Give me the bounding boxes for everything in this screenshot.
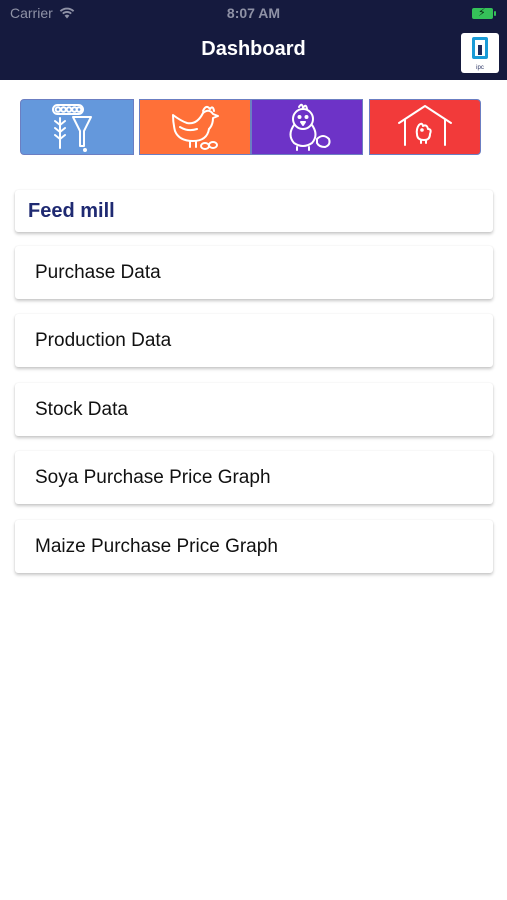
menu-item-maize-price-graph[interactable]: Maize Purchase Price Graph [15,520,493,573]
menu-item-label: Stock Data [35,398,128,420]
battery-icon: ⚡ [472,7,496,19]
section-title: Feed mill [28,199,115,222]
menu-item-label: Maize Purchase Price Graph [35,535,278,557]
top-bar: Carrier 8:07 AM ⚡ Dashboard ipc [0,0,507,80]
menu-item-label: Purchase Data [35,261,161,283]
menu-item-label: Soya Purchase Price Graph [35,466,271,488]
category-breeder[interactable] [139,99,251,155]
poultry-house-icon [398,105,452,146]
category-hatchery[interactable] [251,99,363,155]
menu-item-stock-data[interactable]: Stock Data [15,383,493,436]
feed-mill-icon [52,104,92,152]
chick-icon [289,103,331,151]
app-logo[interactable]: ipc [461,33,499,73]
hen-icon [172,105,219,150]
category-feed-mill[interactable] [20,99,134,155]
menu-item-production-data[interactable]: Production Data [15,314,493,367]
menu-item-purchase-data[interactable]: Purchase Data [15,246,493,299]
menu-item-soya-price-graph[interactable]: Soya Purchase Price Graph [15,451,493,504]
status-time: 8:07 AM [226,5,281,21]
page-title: Dashboard [201,38,306,60]
logo-mark-icon [472,37,488,59]
menu-item-label: Production Data [35,329,172,351]
logo-text: ipc [476,65,484,71]
section-header-feed-mill: Feed mill [15,190,493,232]
category-farm[interactable] [369,99,481,155]
